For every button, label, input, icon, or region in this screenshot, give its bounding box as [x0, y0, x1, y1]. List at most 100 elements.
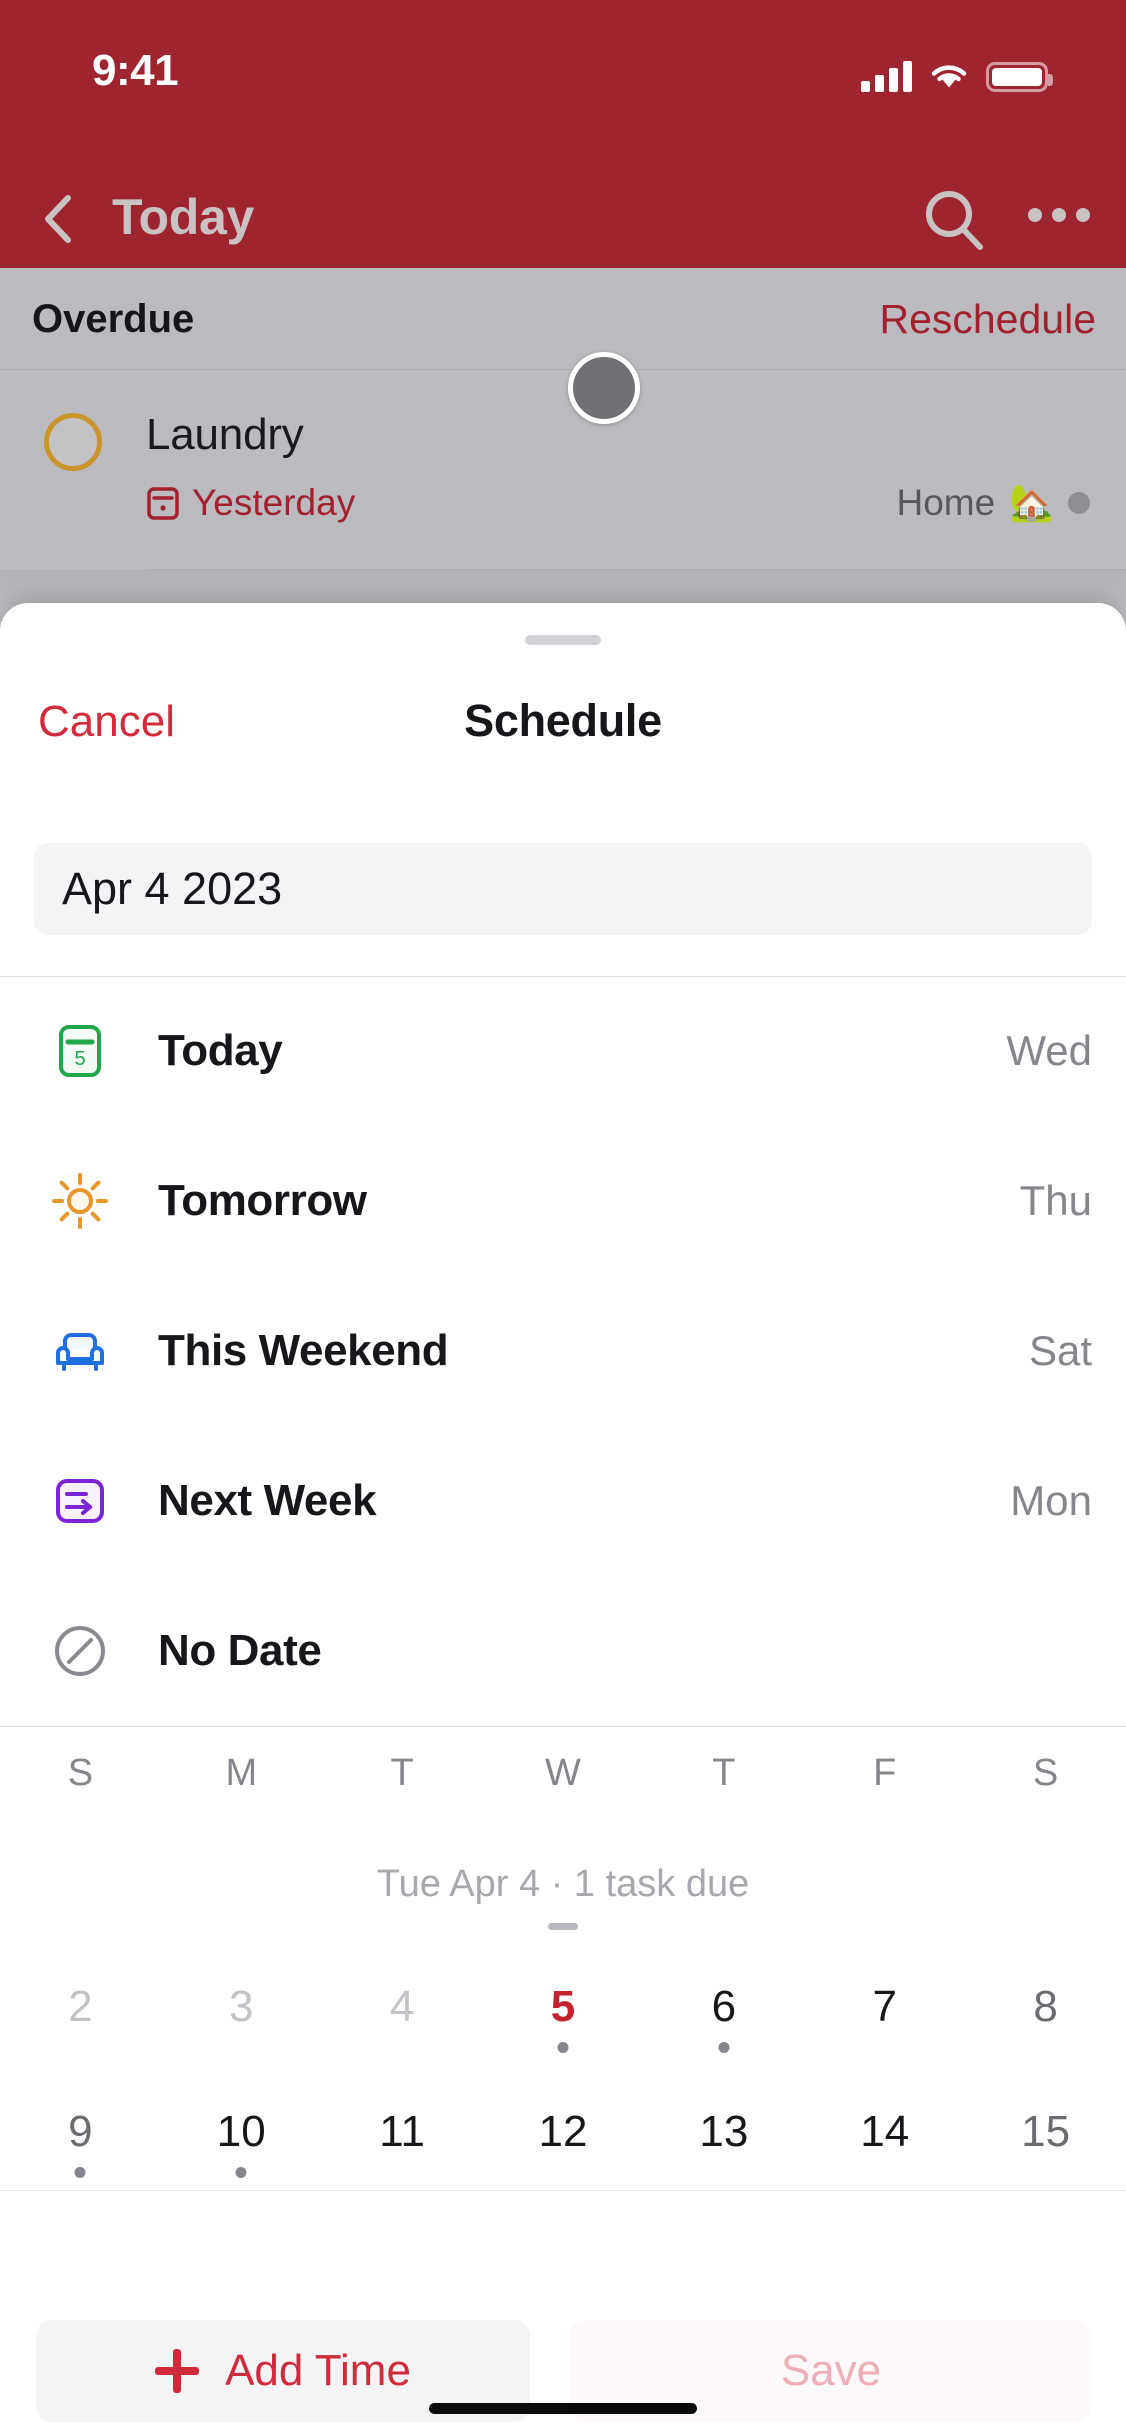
sheet-footer: Add Time Save: [0, 2306, 1126, 2436]
calendar-day-number: 8: [1033, 1982, 1058, 2031]
task-priority-dot: [1068, 492, 1090, 514]
task-project-label: Home: [896, 482, 996, 523]
option-tomorrow[interactable]: Tomorrow Thu: [0, 1126, 1126, 1276]
calendar-day-number: 2: [68, 1982, 93, 2031]
status-bar-time: 9:41: [92, 46, 179, 95]
schedule-sheet: Cancel Schedule Apr 4 2023 5 Today Wed T…: [0, 603, 1126, 2436]
status-bar: 9:41: [0, 0, 1126, 172]
calendar-task-dot: [718, 2042, 730, 2053]
calendar-day-icon: 5: [59, 1025, 101, 1077]
next-week-arrow-icon: [56, 1479, 104, 1523]
chevron-left-icon[interactable]: [22, 182, 96, 256]
option-no-date[interactable]: No Date: [0, 1576, 1126, 1726]
reschedule-button[interactable]: Reschedule: [879, 296, 1096, 343]
calendar-day-cell[interactable]: 2: [0, 1947, 161, 2067]
calendar-day-number: 13: [699, 2107, 749, 2156]
calendar-day-cell[interactable]: 12: [483, 2072, 644, 2192]
save-label: Save: [780, 2346, 882, 2395]
option-next-week[interactable]: Next Week Mon: [0, 1426, 1126, 1576]
calendar-hint: Tue Apr 4 · 1 task due: [376, 1863, 750, 1905]
option-next-week-weekday: Mon: [1010, 1477, 1092, 1524]
status-bar-icons: [861, 50, 1053, 92]
calendar-day-number: 5: [550, 1982, 576, 2031]
calendar-day-number: 6: [711, 1982, 737, 2031]
option-today-label: Today: [158, 1026, 283, 1075]
calendar: S M T W T F S Tue Apr 4 · 1 task due 2 3…: [0, 1726, 1126, 2306]
calendar-day-cell[interactable]: 7: [804, 1947, 965, 2067]
sun-icon: [52, 1173, 108, 1229]
task-meta: Home 🏡: [896, 482, 1090, 524]
option-this-weekend-weekday: Sat: [1028, 1327, 1092, 1374]
task-checkbox[interactable]: [44, 413, 102, 471]
today-icon-day: 5: [74, 1048, 85, 1070]
calendar-dow: T: [390, 1751, 414, 1794]
add-time-label: Add Time: [225, 2346, 411, 2395]
plus-icon: [155, 2349, 200, 2393]
option-this-weekend[interactable]: This Weekend Sat: [0, 1276, 1126, 1426]
calendar-task-dot: [235, 2167, 247, 2178]
sofa-icon: [56, 1333, 104, 1371]
calendar-day-number: 14: [860, 2107, 910, 2156]
option-this-weekend-label: This Weekend: [158, 1326, 449, 1375]
calendar-task-dot: [557, 2042, 569, 2053]
calendar-day-cell[interactable]: 4: [322, 1947, 483, 2067]
navigation-bar: Today: [0, 172, 1126, 268]
calendar-task-dot: [74, 2167, 86, 2178]
calendar-day-number: 12: [538, 2107, 588, 2156]
task-row[interactable]: Laundry Yesterday Home 🏡: [0, 370, 1126, 570]
calendar-dow: W: [545, 1751, 581, 1794]
calendar-week-row: 9 10 11 12 13 14 15: [0, 2072, 1126, 2192]
overdue-label: Overdue: [32, 297, 195, 341]
calendar-day-cell[interactable]: 10: [161, 2072, 322, 2192]
phone-screen: 9:41 Today Overdue Reschedule Laundry Ye…: [0, 0, 1126, 2436]
overdue-section-header: Overdue Reschedule: [0, 268, 1126, 370]
calendar-dow: T: [712, 1751, 736, 1794]
calendar-day-number: 10: [216, 2107, 266, 2156]
calendar-dow: S: [67, 1751, 94, 1794]
calendar-dow: S: [1032, 1751, 1059, 1794]
date-input-value: Apr 4 2023: [62, 863, 283, 914]
home-indicator: [429, 2403, 697, 2414]
option-today-weekday: Wed: [1006, 1027, 1092, 1074]
calendar-day-cell[interactable]: 8: [965, 1947, 1126, 2067]
calendar-day-cell[interactable]: 13: [643, 2072, 804, 2192]
calendar-day-cell[interactable]: 15: [965, 2072, 1126, 2192]
calendar-day-cell[interactable]: 3: [161, 1947, 322, 2067]
page-title: Today: [112, 189, 255, 245]
calendar-divider-bottom: [0, 2190, 1126, 2191]
option-next-week-label: Next Week: [158, 1476, 377, 1525]
date-input[interactable]: Apr 4 2023: [34, 843, 1092, 935]
calendar-week-row: 2 3 4 5 6 7 8: [0, 1947, 1126, 2067]
task-due-text: Yesterday: [192, 482, 356, 523]
calendar-day-number: 3: [229, 1982, 254, 2031]
calendar-day-number: 11: [379, 2107, 425, 2156]
calendar-day-cell[interactable]: 9: [0, 2072, 161, 2192]
calendar-icon: [147, 487, 179, 520]
option-tomorrow-label: Tomorrow: [158, 1176, 367, 1225]
task-due: Yesterday: [146, 482, 355, 524]
option-tomorrow-weekday: Thu: [1019, 1177, 1092, 1224]
calendar-day-cell[interactable]: 6: [643, 1947, 804, 2067]
sheet-header: Cancel Schedule: [0, 603, 1126, 746]
no-date-icon: [55, 1626, 105, 1676]
sheet-title: Schedule: [464, 695, 662, 746]
option-today[interactable]: 5 Today Wed: [0, 976, 1126, 1126]
wifi-icon: [931, 65, 967, 88]
task-divider: [146, 569, 1126, 570]
quick-date-options: 5 Today Wed Tomorrow Thu This Weekend Sa…: [0, 976, 1126, 1726]
calendar-day-cell[interactable]: 11: [322, 2072, 483, 2192]
calendar-day-cell[interactable]: 14: [804, 2072, 965, 2192]
calendar-day-number: 7: [872, 1982, 897, 2031]
cellular-signal-icon: [861, 60, 912, 92]
search-icon[interactable]: [920, 186, 988, 254]
task-title: Laundry: [146, 410, 304, 459]
more-options-icon[interactable]: [1028, 208, 1090, 222]
calendar-dow: M: [225, 1751, 258, 1794]
calendar-hint-indicator: [548, 1923, 578, 1930]
calendar-day-cell-today[interactable]: 5: [483, 1947, 644, 2067]
calendar-dow: F: [873, 1751, 897, 1794]
calendar-day-number: 9: [68, 2107, 93, 2156]
cursor-pointer: [568, 352, 640, 424]
house-emoji-icon: 🏡: [1009, 482, 1054, 523]
battery-icon: [986, 62, 1053, 92]
